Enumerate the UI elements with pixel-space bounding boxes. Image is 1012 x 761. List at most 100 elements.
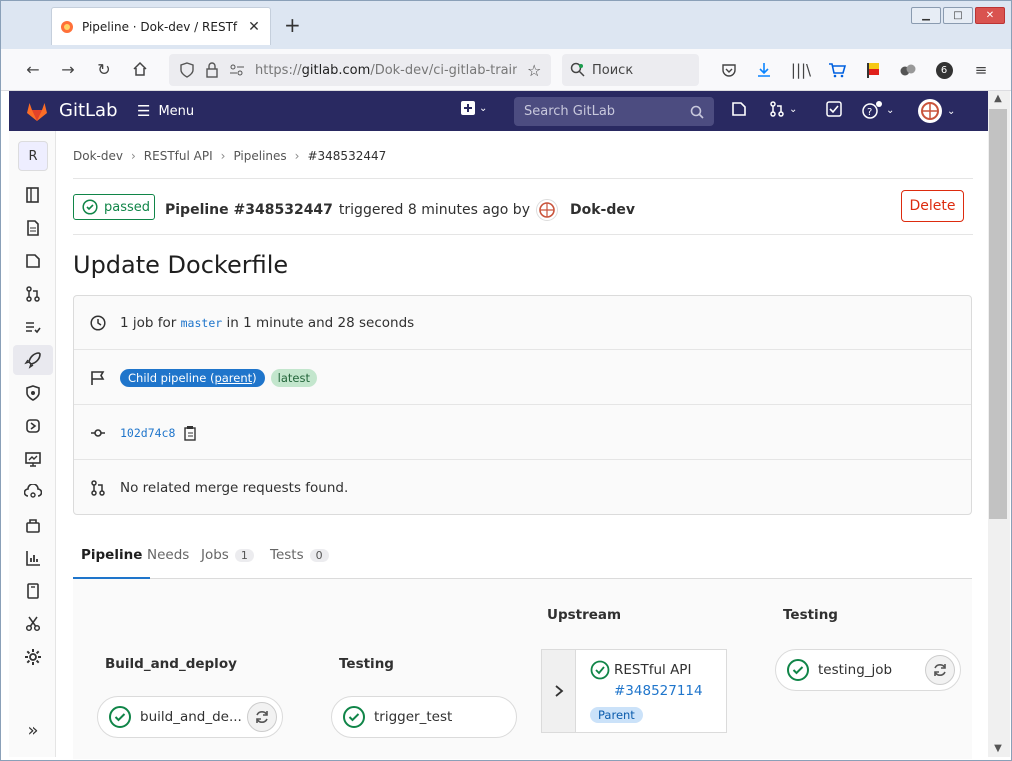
scroll-down-arrow-icon[interactable]: ▼ <box>988 741 1008 757</box>
library-icon[interactable]: |||\ <box>791 60 811 80</box>
job-pill[interactable]: trigger_test <box>331 696 517 738</box>
parent-link[interactable]: parent <box>214 371 252 385</box>
commit-icon <box>91 428 105 437</box>
breadcrumb-current[interactable]: #348532447 <box>307 149 386 163</box>
create-new-dropdown[interactable]: ⌄ <box>461 101 487 115</box>
extension-badge-icon[interactable]: 6 <box>934 60 954 80</box>
issues-icon[interactable] <box>731 101 747 117</box>
chevron-down-icon: ⌄ <box>479 102 488 114</box>
maximize-button[interactable]: □ <box>943 7 973 24</box>
scrollbar-thumb[interactable] <box>989 109 1007 519</box>
user-avatar[interactable] <box>535 199 558 221</box>
hamburger-menu-icon[interactable]: ≡ <box>971 60 991 80</box>
deployments-icon[interactable] <box>22 415 44 437</box>
project-avatar[interactable]: R <box>18 141 48 171</box>
user-avatar-icon <box>918 99 942 123</box>
address-bar[interactable]: https://gitlab.com/Dok-dev/ci-gitlab-tra… <box>169 54 551 86</box>
browser-tab[interactable]: Pipeline · Dok-dev / RESTful API ✕ <box>51 7 271 45</box>
pipeline-labels-row: Child pipeline (parent) latest <box>74 351 971 405</box>
cart-icon[interactable] <box>827 60 847 80</box>
tab-close-icon[interactable]: ✕ <box>246 19 262 35</box>
retry-button[interactable] <box>925 655 955 685</box>
permissions-icon[interactable] <box>229 63 245 77</box>
infrastructure-cloud-icon[interactable] <box>22 481 44 503</box>
new-tab-button[interactable]: + <box>284 15 301 35</box>
chevron-down-icon: ⌄ <box>789 103 798 115</box>
analytics-icon[interactable] <box>22 547 44 569</box>
avatar-icon <box>539 202 555 218</box>
issues-icon[interactable] <box>22 250 44 272</box>
tab-jobs[interactable]: Jobs 1 <box>201 547 254 563</box>
upstream-pipeline-card[interactable]: RESTful API #348527114 Parent <box>541 649 727 733</box>
branch-link[interactable]: master <box>181 316 223 330</box>
check-circle-icon <box>787 659 809 681</box>
jobs-info-text: 1 job for master in 1 minute and 28 seco… <box>120 314 415 331</box>
snippets-scissors-icon[interactable] <box>22 613 44 635</box>
packages-icon[interactable] <box>22 514 44 536</box>
project-overview-icon[interactable] <box>22 184 44 206</box>
wiki-icon[interactable] <box>22 580 44 602</box>
home-icon[interactable] <box>129 58 151 80</box>
chevron-down-icon: ⌄ <box>886 104 895 116</box>
breadcrumb-item[interactable]: Dok-dev <box>73 149 123 163</box>
shield-icon[interactable] <box>179 62 195 78</box>
delete-button[interactable]: Delete <box>901 190 964 222</box>
back-arrow-icon[interactable]: ← <box>22 58 44 80</box>
reload-icon[interactable]: ↻ <box>93 58 115 80</box>
gitlab-brand[interactable]: GitLab <box>59 100 118 121</box>
user-menu-dropdown[interactable]: ⌄ <box>917 98 955 124</box>
glasses-extension-icon[interactable] <box>898 60 918 80</box>
jobs-count-badge: 1 <box>234 548 254 562</box>
lock-icon[interactable] <box>205 62 219 78</box>
tab-needs[interactable]: Needs <box>147 547 189 563</box>
gitlab-search-input[interactable]: Search GitLab <box>514 97 714 126</box>
upstream-pipeline-link[interactable]: #348527114 <box>614 683 703 699</box>
svg-text:?: ? <box>867 107 872 118</box>
help-dropdown[interactable]: ? ⌄ <box>862 101 894 119</box>
copy-clipboard-icon[interactable] <box>183 425 197 441</box>
download-icon[interactable] <box>754 60 774 80</box>
close-window-button[interactable]: ✕ <box>975 7 1005 24</box>
requirements-icon[interactable] <box>22 316 44 338</box>
scroll-up-arrow-icon[interactable]: ▲ <box>988 91 1008 107</box>
expand-chevron-icon[interactable] <box>542 650 576 732</box>
tab-title: Pipeline · Dok-dev / RESTful API <box>82 19 238 34</box>
menu-label: Menu <box>158 103 195 119</box>
pipeline-info-box: 1 job for master in 1 minute and 28 seco… <box>73 295 972 515</box>
todo-icon[interactable] <box>826 101 842 117</box>
question-icon: ? <box>862 101 882 119</box>
job-pill[interactable]: testing_job <box>775 649 961 691</box>
triggered-text: triggered 8 minutes ago by <box>338 202 530 218</box>
flag-extension-icon[interactable] <box>863 60 883 80</box>
menu-button[interactable]: ☰ Menu <box>137 102 194 120</box>
bookmark-star-icon[interactable]: ☆ <box>527 61 541 80</box>
page-scrollbar[interactable]: ▲ ▼ <box>988 91 1010 757</box>
breadcrumb-item[interactable]: RESTful API <box>144 149 213 163</box>
security-shield-icon[interactable] <box>22 382 44 404</box>
pocket-icon[interactable] <box>719 60 739 80</box>
user-name-link[interactable]: Dok-dev <box>570 202 635 218</box>
forward-arrow-icon[interactable]: → <box>57 58 79 80</box>
upstream-project-name: RESTful API <box>614 662 692 678</box>
divider <box>73 178 973 179</box>
collapse-sidebar-icon[interactable]: » <box>22 719 44 741</box>
breadcrumb-item[interactable]: Pipelines <box>233 149 286 163</box>
retry-button[interactable] <box>247 702 277 732</box>
breadcrumb: Dok-dev › RESTful API › Pipelines › #348… <box>73 149 386 163</box>
merge-requests-icon[interactable] <box>22 283 44 305</box>
monitor-icon[interactable] <box>22 448 44 470</box>
job-pill[interactable]: build_and_de... <box>97 696 283 738</box>
settings-gear-icon[interactable] <box>22 646 44 668</box>
merge-requests-dropdown[interactable]: ⌄ <box>769 101 797 117</box>
repository-icon[interactable] <box>22 217 44 239</box>
ci-cd-rocket-icon[interactable] <box>13 345 53 375</box>
tab-tests[interactable]: Tests 0 <box>270 547 329 563</box>
browser-search-box[interactable]: Поиск <box>562 54 699 86</box>
commit-sha-link[interactable]: 102d74c8 <box>120 426 175 440</box>
minimize-button[interactable]: ▁ <box>911 7 941 24</box>
tab-pipeline[interactable]: Pipeline <box>73 547 151 579</box>
job-name: testing_job <box>818 662 893 678</box>
main-content: Dok-dev › RESTful API › Pipelines › #348… <box>73 131 973 759</box>
status-badge[interactable]: passed <box>73 194 155 220</box>
gitlab-logo-icon[interactable] <box>25 99 49 123</box>
